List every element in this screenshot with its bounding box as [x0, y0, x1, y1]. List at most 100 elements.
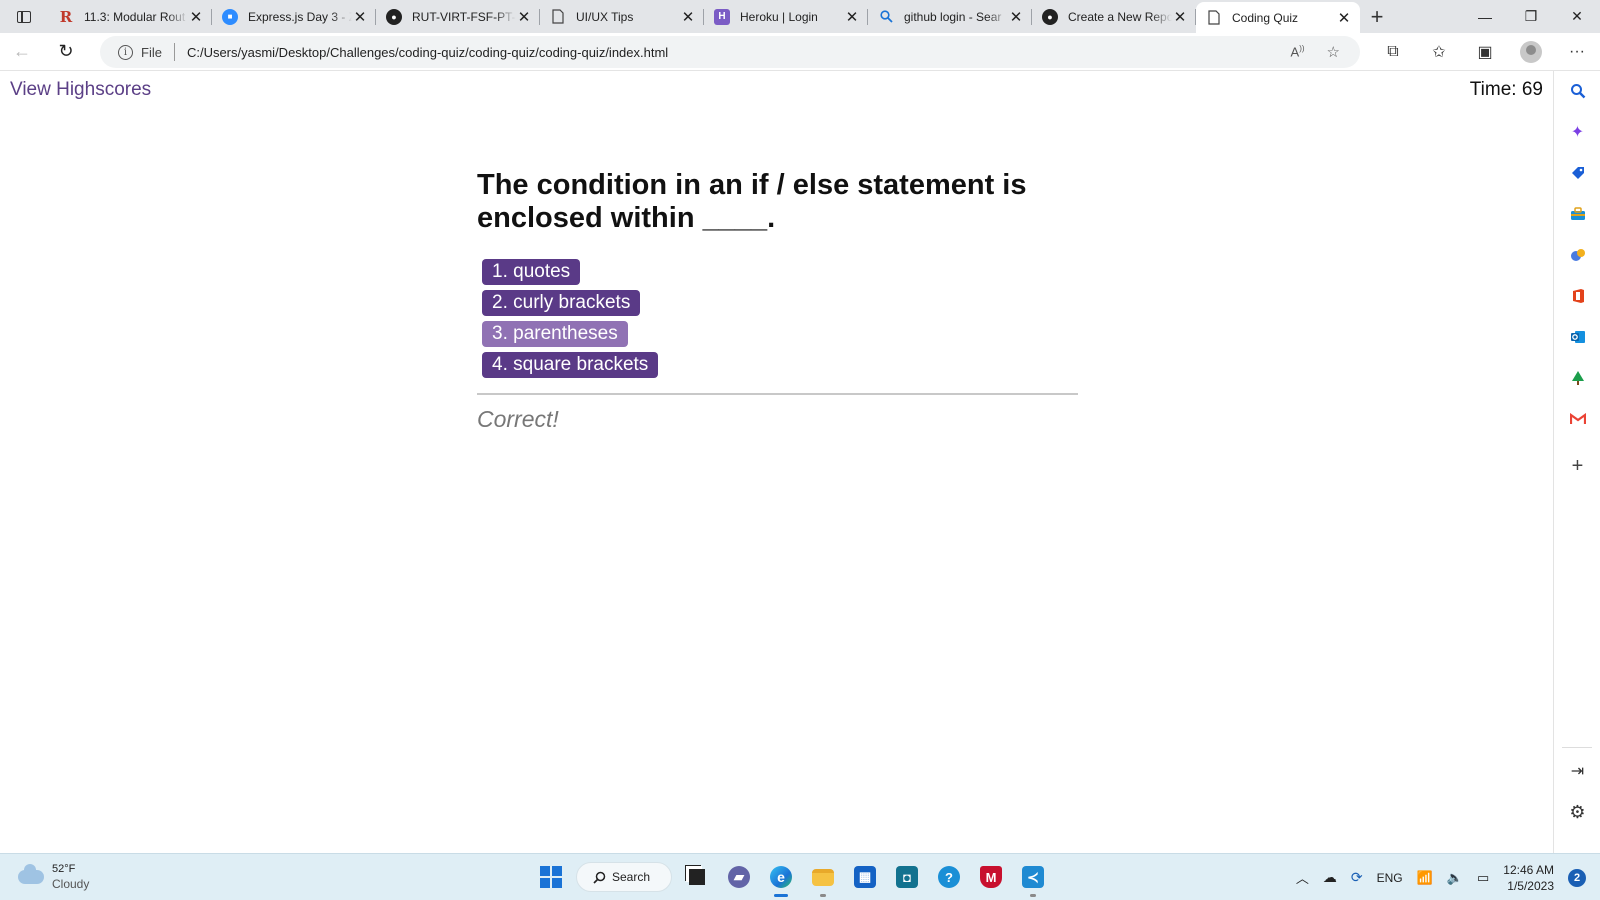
system-clock[interactable]: 12:46 AM 1/5/2023	[1503, 862, 1554, 894]
tab-expressjs-zoom[interactable]: ■ Express.js Day 3 - Z ✕	[212, 0, 376, 33]
refresh-button[interactable]: ↻	[44, 33, 88, 71]
choices-list: 1. quotes 2. curly brackets 3. parenthes…	[477, 259, 1077, 378]
clock-time: 12:46 AM	[1503, 862, 1554, 877]
url-text[interactable]: C:/Users/yasmi/Desktop/Challenges/coding…	[187, 45, 668, 60]
wifi-icon[interactable]: 📶	[1417, 870, 1433, 886]
weather-temp: 52°F	[52, 863, 76, 875]
browser-toolbar: ← ↻ i File C:/Users/yasmi/Desktop/Challe…	[0, 33, 1600, 71]
taskbar-apps: Search ▰ e ▦ ◘ ? M ≺	[534, 860, 1050, 897]
new-tab-button[interactable]: +	[1360, 0, 1394, 33]
sidebar-add-icon[interactable]: +	[1554, 451, 1600, 481]
add-favorite-icon[interactable]: ☆	[1327, 43, 1340, 61]
sidebar-hide-icon[interactable]: ⇥	[1554, 756, 1600, 786]
collections-icon[interactable]: ▣	[1462, 33, 1508, 71]
view-highscores-link[interactable]: View Highscores	[10, 79, 151, 101]
weather-widget[interactable]: 52°F Cloudy	[18, 862, 89, 892]
onedrive-icon[interactable]: ☁	[1323, 869, 1337, 886]
site-info-icon[interactable]: i	[118, 44, 133, 60]
sidebar-shopping-icon[interactable]	[1554, 158, 1600, 188]
choice-button-3[interactable]: 3. parentheses	[482, 321, 628, 347]
close-icon[interactable]: ✕	[1008, 9, 1024, 26]
taskbar-search[interactable]: Search	[576, 862, 672, 892]
sidebar-office-icon[interactable]	[1554, 281, 1600, 311]
sidebar-outlook-icon[interactable]	[1554, 322, 1600, 352]
sidebar-copilot-icon[interactable]: ✦	[1554, 117, 1600, 147]
tab-title: Express.js Day 3 - Z	[248, 9, 352, 24]
r-logo-icon: R	[59, 7, 73, 26]
tab-heroku-login[interactable]: H Heroku | Login ✕	[704, 0, 868, 33]
taskbar-store-app[interactable]: ▦	[848, 860, 882, 894]
close-window-button[interactable]: ✕	[1554, 0, 1600, 33]
feedback-divider	[477, 393, 1078, 395]
choice-button-4[interactable]: 4. square brackets	[482, 352, 659, 378]
zoom-icon: ■	[222, 8, 238, 25]
sidebar-settings-icon[interactable]: ⚙	[1554, 797, 1600, 827]
sidebar-tree-icon[interactable]	[1554, 363, 1600, 393]
sidebar-search-icon[interactable]	[1554, 76, 1600, 106]
sidebar-games-icon[interactable]	[1554, 240, 1600, 270]
tab-title: Create a New Repo	[1068, 9, 1172, 24]
taskbar-help-app[interactable]: ?	[932, 860, 966, 894]
toolbar-right-actions: ⧉ ✩ ▣ ···	[1370, 33, 1600, 71]
edge-sidebar: ✦ + ⇥ ⚙	[1553, 71, 1600, 853]
read-aloud-icon[interactable]: A))	[1291, 44, 1305, 59]
battery-icon[interactable]: ▭	[1477, 870, 1489, 886]
chevron-up-icon[interactable]: ︿	[1296, 868, 1309, 887]
restore-button[interactable]: ❐	[1508, 0, 1554, 33]
tab-create-new-repo[interactable]: ● Create a New Repo ✕	[1032, 0, 1196, 33]
answer-feedback: Correct!	[477, 406, 559, 432]
close-icon[interactable]: ✕	[680, 9, 696, 26]
language-indicator[interactable]: ENG	[1377, 871, 1403, 885]
windows-logo-icon	[540, 866, 562, 888]
start-button[interactable]	[534, 860, 568, 894]
minimize-button[interactable]: —	[1462, 0, 1508, 33]
tab-actions-menu-button[interactable]	[0, 0, 48, 33]
close-icon[interactable]: ✕	[1172, 9, 1188, 26]
close-icon[interactable]: ✕	[1336, 10, 1352, 27]
window-controls: — ❐ ✕	[1462, 0, 1600, 33]
github-icon: ●	[386, 8, 402, 25]
tab-github-login-search[interactable]: github login - Sear ✕	[868, 0, 1032, 33]
sidebar-gmail-icon[interactable]	[1554, 404, 1600, 434]
choice-button-1[interactable]: 1. quotes	[482, 259, 581, 285]
github-icon: ●	[1042, 8, 1058, 25]
volume-icon[interactable]: 🔈	[1447, 870, 1463, 886]
close-icon[interactable]: ✕	[188, 9, 204, 26]
tab-modular-routing[interactable]: R 11.3: Modular Rout ✕	[48, 0, 212, 33]
store-icon: ▦	[854, 866, 876, 888]
task-view-button[interactable]	[680, 860, 714, 894]
taskbar-chat-app[interactable]: ▰	[722, 860, 756, 894]
close-icon[interactable]: ✕	[844, 9, 860, 26]
system-tray: ︿ ☁ ⟳ ENG 📶 🔈 ▭ 12:46 AM 1/5/2023 2	[1296, 854, 1586, 900]
close-icon[interactable]: ✕	[352, 9, 368, 26]
back-button[interactable]: ←	[0, 33, 44, 71]
taskbar-mcafee-app[interactable]: M	[974, 860, 1008, 894]
choice-button-2[interactable]: 2. curly brackets	[482, 290, 641, 316]
notification-badge[interactable]: 2	[1568, 868, 1586, 887]
close-icon[interactable]: ✕	[516, 9, 532, 26]
page-content: View Highscores Time: 69 The condition i…	[0, 71, 1553, 853]
tab-title: github login - Sear	[904, 9, 1002, 24]
tab-uiux-tips[interactable]: UI/UX Tips ✕	[540, 0, 704, 33]
taskbar-file-explorer[interactable]	[806, 860, 840, 897]
favorites-icon[interactable]: ✩	[1416, 33, 1462, 71]
taskbar-edge-app[interactable]: e	[764, 860, 798, 897]
extensions-icon[interactable]: ⧉	[1370, 33, 1416, 71]
cloud-icon	[18, 864, 44, 884]
taskbar-app-teal[interactable]: ◘	[890, 860, 924, 894]
more-options-icon[interactable]: ···	[1554, 33, 1600, 71]
profile-avatar[interactable]	[1520, 41, 1542, 63]
tab-title: Coding Quiz	[1232, 10, 1299, 25]
taskbar-search-label: Search	[612, 870, 651, 884]
taskbar-vscode-app[interactable]: ≺	[1016, 860, 1050, 897]
folder-icon	[812, 868, 834, 886]
chat-icon: ▰	[728, 866, 750, 888]
sidebar-tools-icon[interactable]	[1554, 199, 1600, 229]
tab-coding-quiz[interactable]: Coding Quiz ✕	[1196, 2, 1360, 33]
quiz-container: The condition in an if / else statement …	[477, 169, 1078, 433]
address-bar[interactable]: i File C:/Users/yasmi/Desktop/Challenges…	[100, 36, 1360, 68]
address-bar-actions: A)) ☆	[1291, 36, 1340, 68]
sync-icon[interactable]: ⟳	[1351, 869, 1363, 886]
weather-condition: Cloudy	[52, 877, 90, 891]
tab-github-repo[interactable]: ● RUT-VIRT-FSF-PT-1 ✕	[376, 0, 540, 33]
